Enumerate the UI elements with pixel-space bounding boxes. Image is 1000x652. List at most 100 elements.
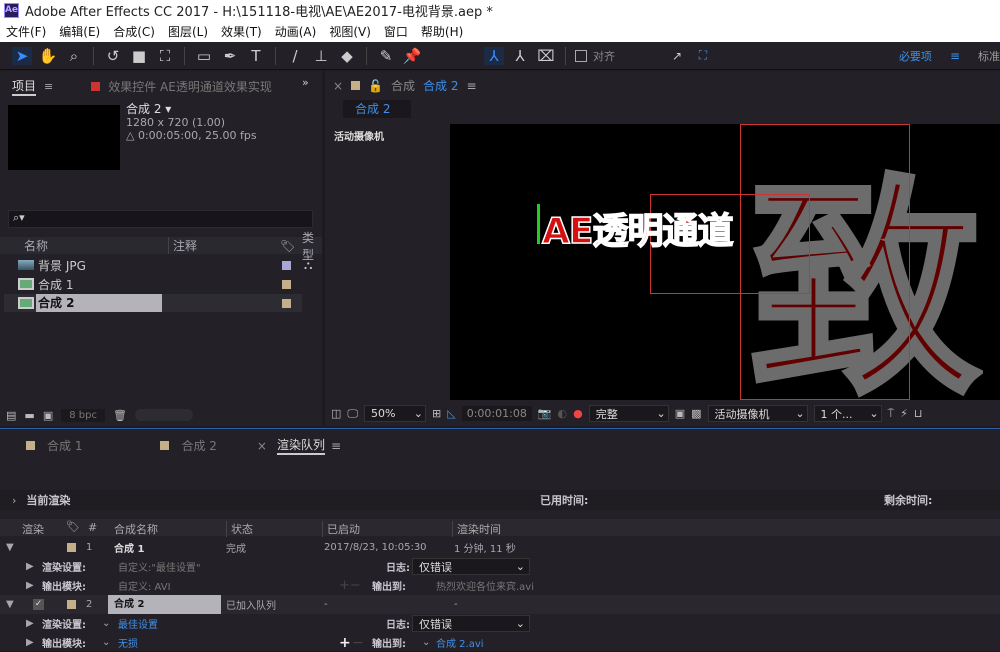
panel-menu-icon[interactable]: ≡ (466, 79, 476, 93)
workspace-menu-icon[interactable]: ≡ (950, 49, 960, 63)
panel-menu-icon[interactable]: ≡ (331, 439, 341, 453)
output-to-dropdown-icon[interactable]: ⌄ (422, 637, 430, 648)
menu-view[interactable]: 视图(V) (329, 23, 371, 40)
collapse-icon[interactable]: ▼ (6, 542, 14, 553)
eraser-tool-icon[interactable]: ◆ (337, 47, 357, 65)
pan-behind-tool-icon[interactable]: ⛶ (155, 47, 175, 65)
render-item[interactable]: ▼ ✓ 2 合成 2 已加入队列 - - (0, 595, 1000, 614)
item-name-editing[interactable]: 合成 2 (36, 294, 162, 312)
menu-composition[interactable]: 合成(C) (113, 23, 155, 40)
panel-menu-icon[interactable]: ≡ (44, 80, 53, 93)
tab-comp-2[interactable]: 合成 2 (181, 437, 216, 454)
render-settings-value[interactable]: 最佳设置 (118, 616, 158, 631)
column-started[interactable]: 已启动 (322, 521, 360, 537)
label-column-icon[interactable]: 🏷 (280, 239, 295, 253)
project-search-input[interactable]: ⌕▾ (8, 210, 313, 228)
snapshot-icon[interactable]: 📷 (538, 407, 552, 420)
column-number[interactable]: # (88, 521, 97, 534)
rotate-tool-icon[interactable]: ↺ (103, 47, 123, 65)
fast-preview-icon[interactable]: ⚡ (900, 407, 908, 420)
bpc-button[interactable]: 8 bpc (61, 408, 105, 422)
output-to-value[interactable]: 热烈欢迎各位来宾.avi (436, 578, 534, 593)
label-swatch[interactable] (282, 279, 291, 289)
view-axis-icon[interactable]: ⌧ (536, 47, 556, 65)
monitor-icon[interactable]: 🖵 (347, 407, 358, 421)
output-module-value[interactable]: 自定义: AVI (118, 578, 171, 593)
zoom-tool-icon[interactable]: ⌕ (64, 47, 84, 65)
menu-layer[interactable]: 图层(L) (168, 23, 208, 40)
column-comment[interactable]: 注释 (168, 237, 197, 254)
interpret-footage-icon[interactable]: ▤ (6, 409, 16, 422)
expand-icon[interactable]: ▶ (26, 561, 34, 572)
project-item[interactable]: 合成 1 (4, 275, 302, 293)
tab-composition[interactable]: 合成 2 (423, 77, 458, 94)
project-scrollbar[interactable] (134, 409, 193, 421)
selection-tool-icon[interactable]: ➤ (12, 46, 32, 65)
lock-icon[interactable]: 🔓 (368, 79, 383, 93)
roto-brush-tool-icon[interactable]: ✎ (376, 47, 396, 65)
label-swatch[interactable] (282, 298, 291, 308)
label-swatch[interactable] (67, 600, 76, 609)
expand-panels-icon[interactable]: » (302, 76, 309, 89)
expand-icon[interactable]: ▶ (26, 618, 34, 629)
comp-navigator-tab[interactable]: 合成 2 (343, 100, 411, 118)
tab-render-queue[interactable]: 渲染队列 (276, 436, 325, 455)
new-composition-icon[interactable]: ▣ (43, 409, 53, 422)
show-snapshot-icon[interactable]: ◐ (558, 407, 568, 420)
menu-file[interactable]: 文件(F) (6, 23, 46, 40)
workspace-essentials[interactable]: 必要项 (899, 48, 932, 64)
remove-output-icon[interactable]: − (352, 635, 364, 651)
zoom-dropdown[interactable]: 50% ⌄ (364, 405, 427, 422)
collapse-icon[interactable]: ▼ (6, 599, 14, 610)
workspace-standard[interactable]: 标准 (978, 48, 1000, 64)
menu-window[interactable]: 窗口 (384, 23, 408, 40)
new-folder-icon[interactable]: ▬ (24, 409, 34, 422)
render-checkbox[interactable]: ✓ (33, 599, 44, 610)
project-item[interactable]: 背景 JPG ⛬ (4, 256, 312, 274)
log-dropdown[interactable]: 仅错误 ⌄ (412, 615, 530, 632)
output-module-dropdown-icon[interactable]: ⌄ (102, 637, 110, 648)
item-comp-name[interactable]: 合成 2 (108, 595, 221, 614)
column-comp-name[interactable]: 合成名称 (114, 521, 158, 537)
pixel-aspect-icon[interactable]: ⍑ (888, 407, 895, 421)
output-to-value[interactable]: 合成 2.avi (436, 635, 484, 650)
flowchart-icon[interactable]: ⛬ (304, 258, 312, 273)
expand-icon[interactable]: ▶ (26, 637, 34, 648)
column-name[interactable]: 名称 (24, 237, 48, 254)
composition-viewer[interactable]: 致 AE透明通道 (450, 124, 1000, 400)
log-dropdown[interactable]: 仅错误 ⌄ (412, 558, 530, 575)
current-time[interactable]: 0:00:01:08 (461, 406, 532, 421)
channel-icon[interactable]: ● (573, 407, 583, 420)
timeline-icon[interactable]: ⊔ (914, 407, 923, 420)
type-tool-icon[interactable]: T (246, 47, 266, 65)
menu-help[interactable]: 帮助(H) (421, 23, 463, 40)
pen-tool-icon[interactable]: ✒ (220, 47, 240, 65)
world-axis-icon[interactable]: ⅄ (510, 47, 530, 65)
rectangle-tool-icon[interactable]: ▭ (194, 47, 214, 65)
always-preview-icon[interactable]: ◫ (331, 407, 341, 420)
render-item[interactable]: ▼ 1 合成 1 完成 2017/8/23, 10:05:30 1 分钟, 11… (0, 538, 1000, 557)
safe-zones-icon[interactable]: ⊞ (432, 407, 441, 420)
clone-stamp-tool-icon[interactable]: ⊥ (311, 47, 331, 65)
menu-edit[interactable]: 编辑(E) (59, 23, 100, 40)
tab-effect-controls[interactable]: 效果控件 AE透明通道效果实现 (108, 78, 272, 95)
menu-effect[interactable]: 效果(T) (221, 23, 262, 40)
label-swatch[interactable] (67, 543, 76, 552)
region-of-interest-icon[interactable]: ▣ (675, 407, 685, 420)
transparency-grid-icon[interactable]: ▩ (691, 407, 701, 420)
snap-features-icon[interactable]: ⛶ (693, 48, 713, 63)
menu-animation[interactable]: 动画(A) (275, 23, 317, 40)
add-output-icon[interactable]: + (339, 635, 351, 651)
column-render-time[interactable]: 渲染时间 (452, 521, 501, 537)
resolution-dropdown[interactable]: 完整 ⌄ (588, 405, 669, 422)
column-render[interactable]: 渲染 (22, 521, 44, 537)
puppet-pin-tool-icon[interactable]: 📌 (402, 47, 422, 65)
snap-options-icon[interactable]: ↗ (667, 49, 687, 63)
snap-checkbox[interactable] (575, 49, 587, 62)
project-item-selected[interactable]: 合成 2 (4, 294, 302, 312)
camera-tool-icon[interactable]: ■ (129, 47, 149, 65)
column-status[interactable]: 状态 (226, 521, 253, 537)
output-module-value[interactable]: 无损 (118, 635, 138, 650)
add-output-icon[interactable]: +− (339, 578, 361, 593)
expand-icon[interactable]: ▶ (26, 580, 34, 591)
